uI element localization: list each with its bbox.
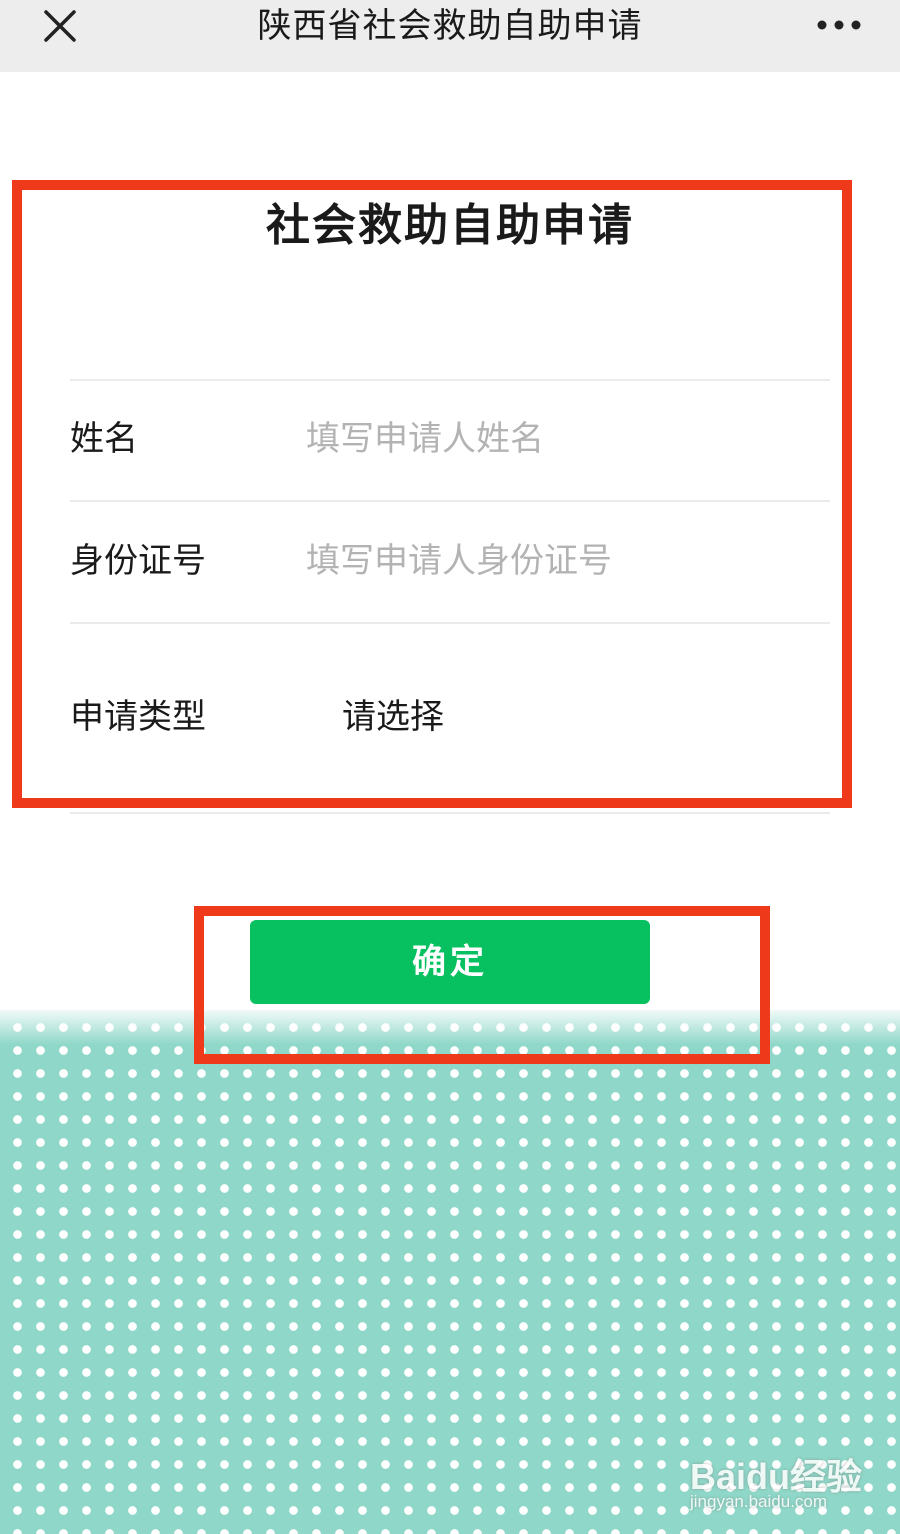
confirm-button[interactable]: 确定 [250,920,650,1004]
watermark-site: jingyan.baidu.com [690,1492,828,1511]
close-icon[interactable] [40,6,80,46]
top-nav-bar: 陕西省社会救助自助申请 [0,0,900,72]
form-title: 社会救助自助申请 [266,200,634,251]
id-number-label: 身份证号 [70,541,206,581]
id-number-input[interactable] [306,536,806,586]
divider [70,622,830,624]
name-label: 姓名 [70,419,138,459]
apply-type-label: 申请类型 [70,697,206,737]
page-title: 陕西省社会救助自助申请 [257,6,643,46]
divider [70,812,830,814]
apply-type-select[interactable]: 请选择 [342,692,802,742]
divider [70,379,830,381]
background-fade [0,1005,900,1045]
name-input[interactable] [306,414,806,464]
baidu-watermark: Baidu经验 jingyan.baidu.com [690,1448,890,1518]
more-icon[interactable] [812,8,866,42]
divider [70,500,830,502]
